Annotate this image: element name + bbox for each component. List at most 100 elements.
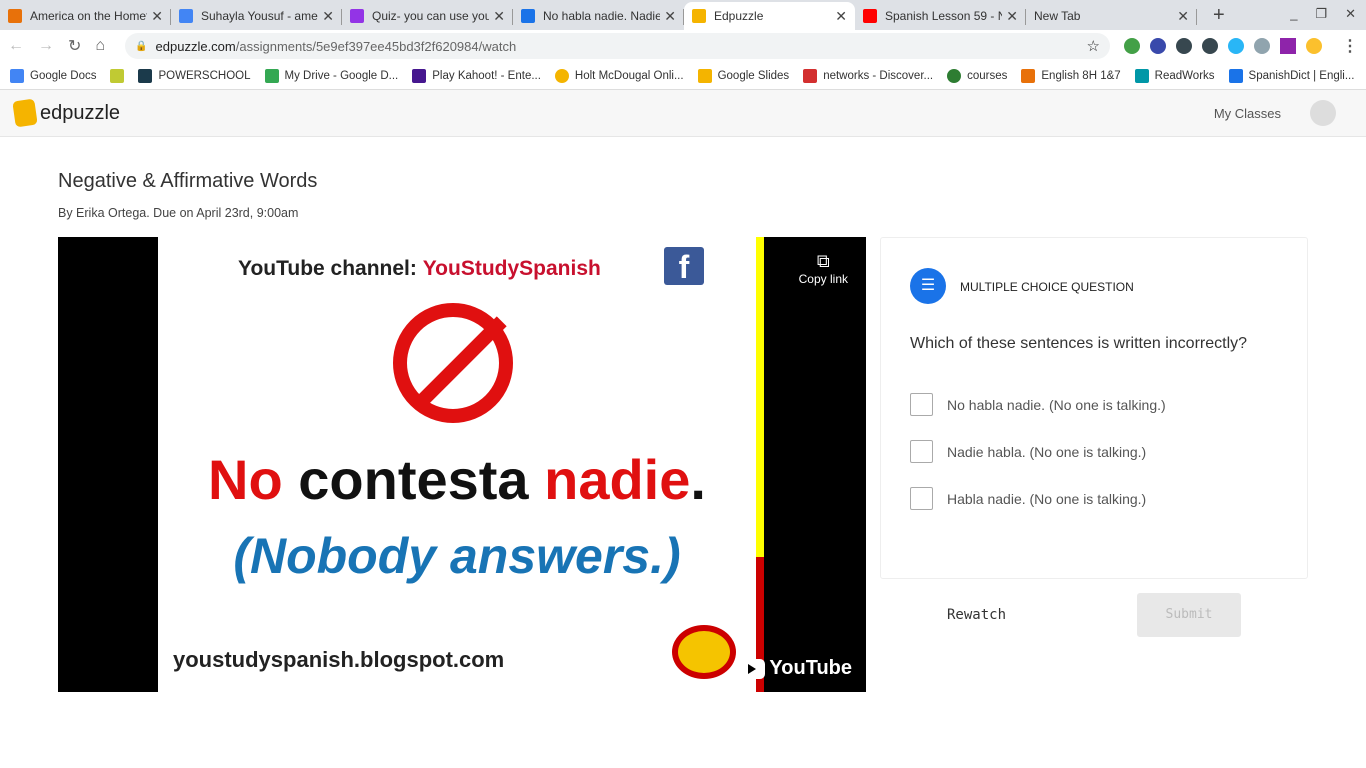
restore-icon[interactable]: ❐ [1315, 6, 1327, 22]
option[interactable]: No habla nadie. (No one is talking.) [910, 393, 1166, 416]
youtube-play-icon [737, 658, 766, 679]
tab-favicon-icon [8, 9, 22, 23]
option-label: No habla nadie. (No one is talking.) [947, 396, 1166, 413]
minimize-icon[interactable]: _ [1290, 6, 1297, 22]
bookmark[interactable]: Holt McDougal Onli... [554, 68, 684, 83]
bookmark-icon [1021, 68, 1036, 83]
copy-link-button[interactable]: ⧉ Copy link [799, 251, 848, 286]
globe-icon [947, 68, 962, 83]
prohibited-icon [393, 303, 513, 423]
close-tab-icon[interactable]: ✕ [835, 8, 847, 25]
rewatch-button[interactable]: Rewatch [947, 607, 1006, 623]
slides-icon [697, 68, 712, 83]
tab-favicon-icon [350, 9, 364, 23]
bookmark-label: ReadWorks [1154, 69, 1215, 82]
close-tab-icon[interactable]: ✕ [151, 8, 163, 25]
tab[interactable]: Suhayla Yousuf - america ✕ [171, 2, 342, 30]
video-sentence: No contesta nadie. [208, 448, 706, 511]
bookmark[interactable]: Play Kahoot! - Ente... [412, 68, 541, 83]
bookmark-label: Google Docs [30, 69, 97, 82]
tab-title: Quiz- you can use your [372, 9, 490, 23]
new-tab-button[interactable]: + [1213, 4, 1225, 27]
extension-shield-icon[interactable] [1176, 38, 1192, 54]
close-tab-icon[interactable]: ✕ [493, 8, 505, 25]
close-tab-icon[interactable]: ✕ [1177, 8, 1189, 25]
submit-button[interactable]: Submit [1137, 593, 1241, 637]
bookmark-label: SpanishDict | Engli... [1248, 69, 1355, 82]
bookmark-star-icon[interactable]: ☆ [1087, 37, 1100, 55]
question-text: Which of these sentences is written inco… [910, 335, 1248, 352]
spain-flag-icon [672, 625, 736, 679]
bookmark[interactable] [110, 68, 125, 83]
youtube-logo[interactable]: YouTube [737, 657, 852, 680]
bookmark-icon [110, 68, 125, 83]
tab-title: Spanish Lesson 59 - NE [885, 9, 1003, 23]
tab[interactable]: Spanish Lesson 59 - NE ✕ [855, 2, 1026, 30]
bookmark-label: My Drive - Google D... [284, 69, 399, 82]
bookmark[interactable]: My Drive - Google D... [264, 68, 399, 83]
bookmark-label: POWERSCHOOL [158, 69, 251, 82]
tab[interactable]: New Tab ✕ [1026, 2, 1197, 30]
back-icon[interactable]: ← [8, 37, 24, 55]
extension-thumbs-up-icon[interactable] [1306, 38, 1322, 54]
bookmark[interactable]: ReadWorks [1134, 68, 1215, 83]
my-classes-link[interactable]: My Classes [1214, 106, 1281, 121]
video-player[interactable]: YouTube channel: YouStudySpanish f No co… [58, 237, 866, 692]
bookmark[interactable]: POWERSCHOOL [138, 68, 251, 83]
option[interactable]: Habla nadie. (No one is talking.) [910, 487, 1146, 510]
tab[interactable]: No habla nadie. Nadie ✕ [513, 2, 684, 30]
bookmark-icon [803, 68, 818, 83]
bookmark[interactable]: Google Slides [697, 68, 789, 83]
bookmarks-bar: Google Docs POWERSCHOOL My Drive - Googl… [0, 62, 1366, 90]
bookmark[interactable]: courses [947, 68, 1007, 83]
option-label: Nadie habla. (No one is talking.) [947, 443, 1147, 460]
extension-k-icon[interactable] [1150, 38, 1166, 54]
home-icon[interactable]: ⌂ [95, 37, 105, 55]
avatar[interactable] [1310, 100, 1336, 126]
bookmark[interactable]: English 8H 1&7 [1021, 68, 1121, 83]
extension-diamond-icon[interactable] [1228, 38, 1244, 54]
close-tab-icon[interactable]: ✕ [322, 8, 334, 25]
menu-icon[interactable]: ⋮ [1342, 36, 1358, 56]
option-label: Habla nadie. (No one is talking.) [947, 490, 1147, 507]
tab[interactable]: America on the Homefront ✕ [0, 2, 171, 30]
page-title: Negative & Affirmative Words [58, 170, 318, 192]
extension-scissors-icon[interactable] [1254, 38, 1270, 54]
extension-book-icon[interactable] [1280, 38, 1296, 54]
edpuzzle-logo[interactable]: edpuzzle [12, 98, 120, 128]
kahoot-icon [412, 68, 427, 83]
tab-title: Suhayla Yousuf - america [201, 9, 318, 23]
option-checkbox[interactable] [910, 487, 933, 510]
tab-favicon-icon [692, 9, 706, 23]
tab-favicon-icon [179, 9, 193, 23]
extension-power-icon[interactable] [1124, 38, 1140, 54]
bookmark[interactable]: networks - Discover... [803, 68, 933, 83]
close-tab-icon[interactable]: ✕ [664, 8, 676, 25]
tab-active[interactable]: Edpuzzle ✕ [684, 2, 855, 30]
tab[interactable]: Quiz- you can use your ✕ [342, 2, 513, 30]
bookmark-label: Holt McDougal Onli... [574, 69, 684, 82]
copy-icon: ⧉ [816, 251, 830, 271]
close-tab-icon[interactable]: ✕ [1006, 8, 1018, 25]
assignment-subtitle: By Erika Ortega. Due on April 23rd, 9:00… [58, 206, 299, 220]
bookmark-label: English 8H 1&7 [1041, 69, 1121, 82]
tab-favicon-icon [521, 9, 535, 23]
extension-shield-icon[interactable] [1202, 38, 1218, 54]
address-bar[interactable]: 🔒 edpuzzle.com/assignments/5e9ef397ee45b… [125, 33, 1110, 59]
reload-icon[interactable]: ↻ [68, 36, 81, 56]
url-domain: edpuzzle.com [155, 38, 236, 54]
option[interactable]: Nadie habla. (No one is talking.) [910, 440, 1146, 463]
bookmark-icon [10, 68, 24, 83]
url-path: /assignments/5e9ef397ee45bd3f2f620984/wa… [235, 38, 517, 54]
bookmark[interactable]: Google Docs [10, 68, 97, 83]
bookmark-icon [1228, 68, 1243, 83]
question-card: ☰ MULTIPLE CHOICE QUESTION Which of thes… [880, 237, 1308, 579]
bookmark[interactable]: SpanishDict | Engli... [1228, 68, 1355, 83]
forward-icon[interactable]: → [38, 37, 54, 55]
close-window-icon[interactable]: ✕ [1345, 6, 1356, 22]
option-checkbox[interactable] [910, 393, 933, 416]
option-checkbox[interactable] [910, 440, 933, 463]
list-icon: ☰ [910, 268, 946, 304]
video-translation: (Nobody answers.) [233, 528, 681, 584]
tab-title: No habla nadie. Nadie [543, 9, 661, 23]
